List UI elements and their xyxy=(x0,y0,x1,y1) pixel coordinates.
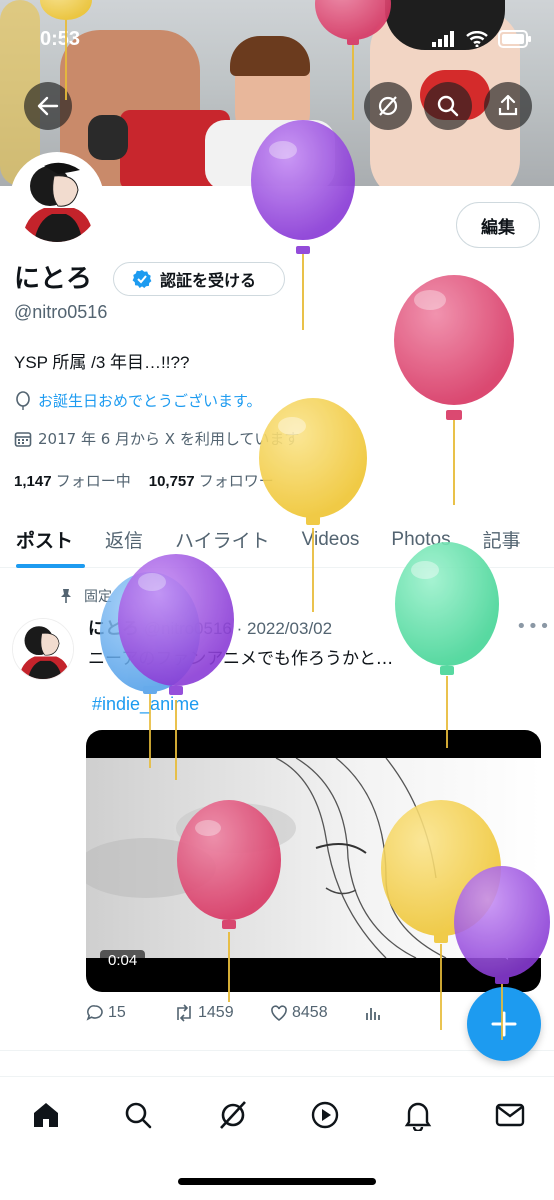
birthday-balloons xyxy=(40,0,550,1040)
balloon-green xyxy=(395,542,499,748)
balloon-purple-1 xyxy=(251,120,355,330)
balloon-pink-lower xyxy=(177,800,281,1002)
balloon-yellow-center xyxy=(259,398,367,612)
balloon-pink-right xyxy=(394,275,514,505)
balloon-pink-top xyxy=(315,0,391,120)
balloon-purple-2 xyxy=(118,554,234,780)
balloon-yellow-top xyxy=(40,0,92,100)
balloon-purple-3 xyxy=(454,866,550,1040)
